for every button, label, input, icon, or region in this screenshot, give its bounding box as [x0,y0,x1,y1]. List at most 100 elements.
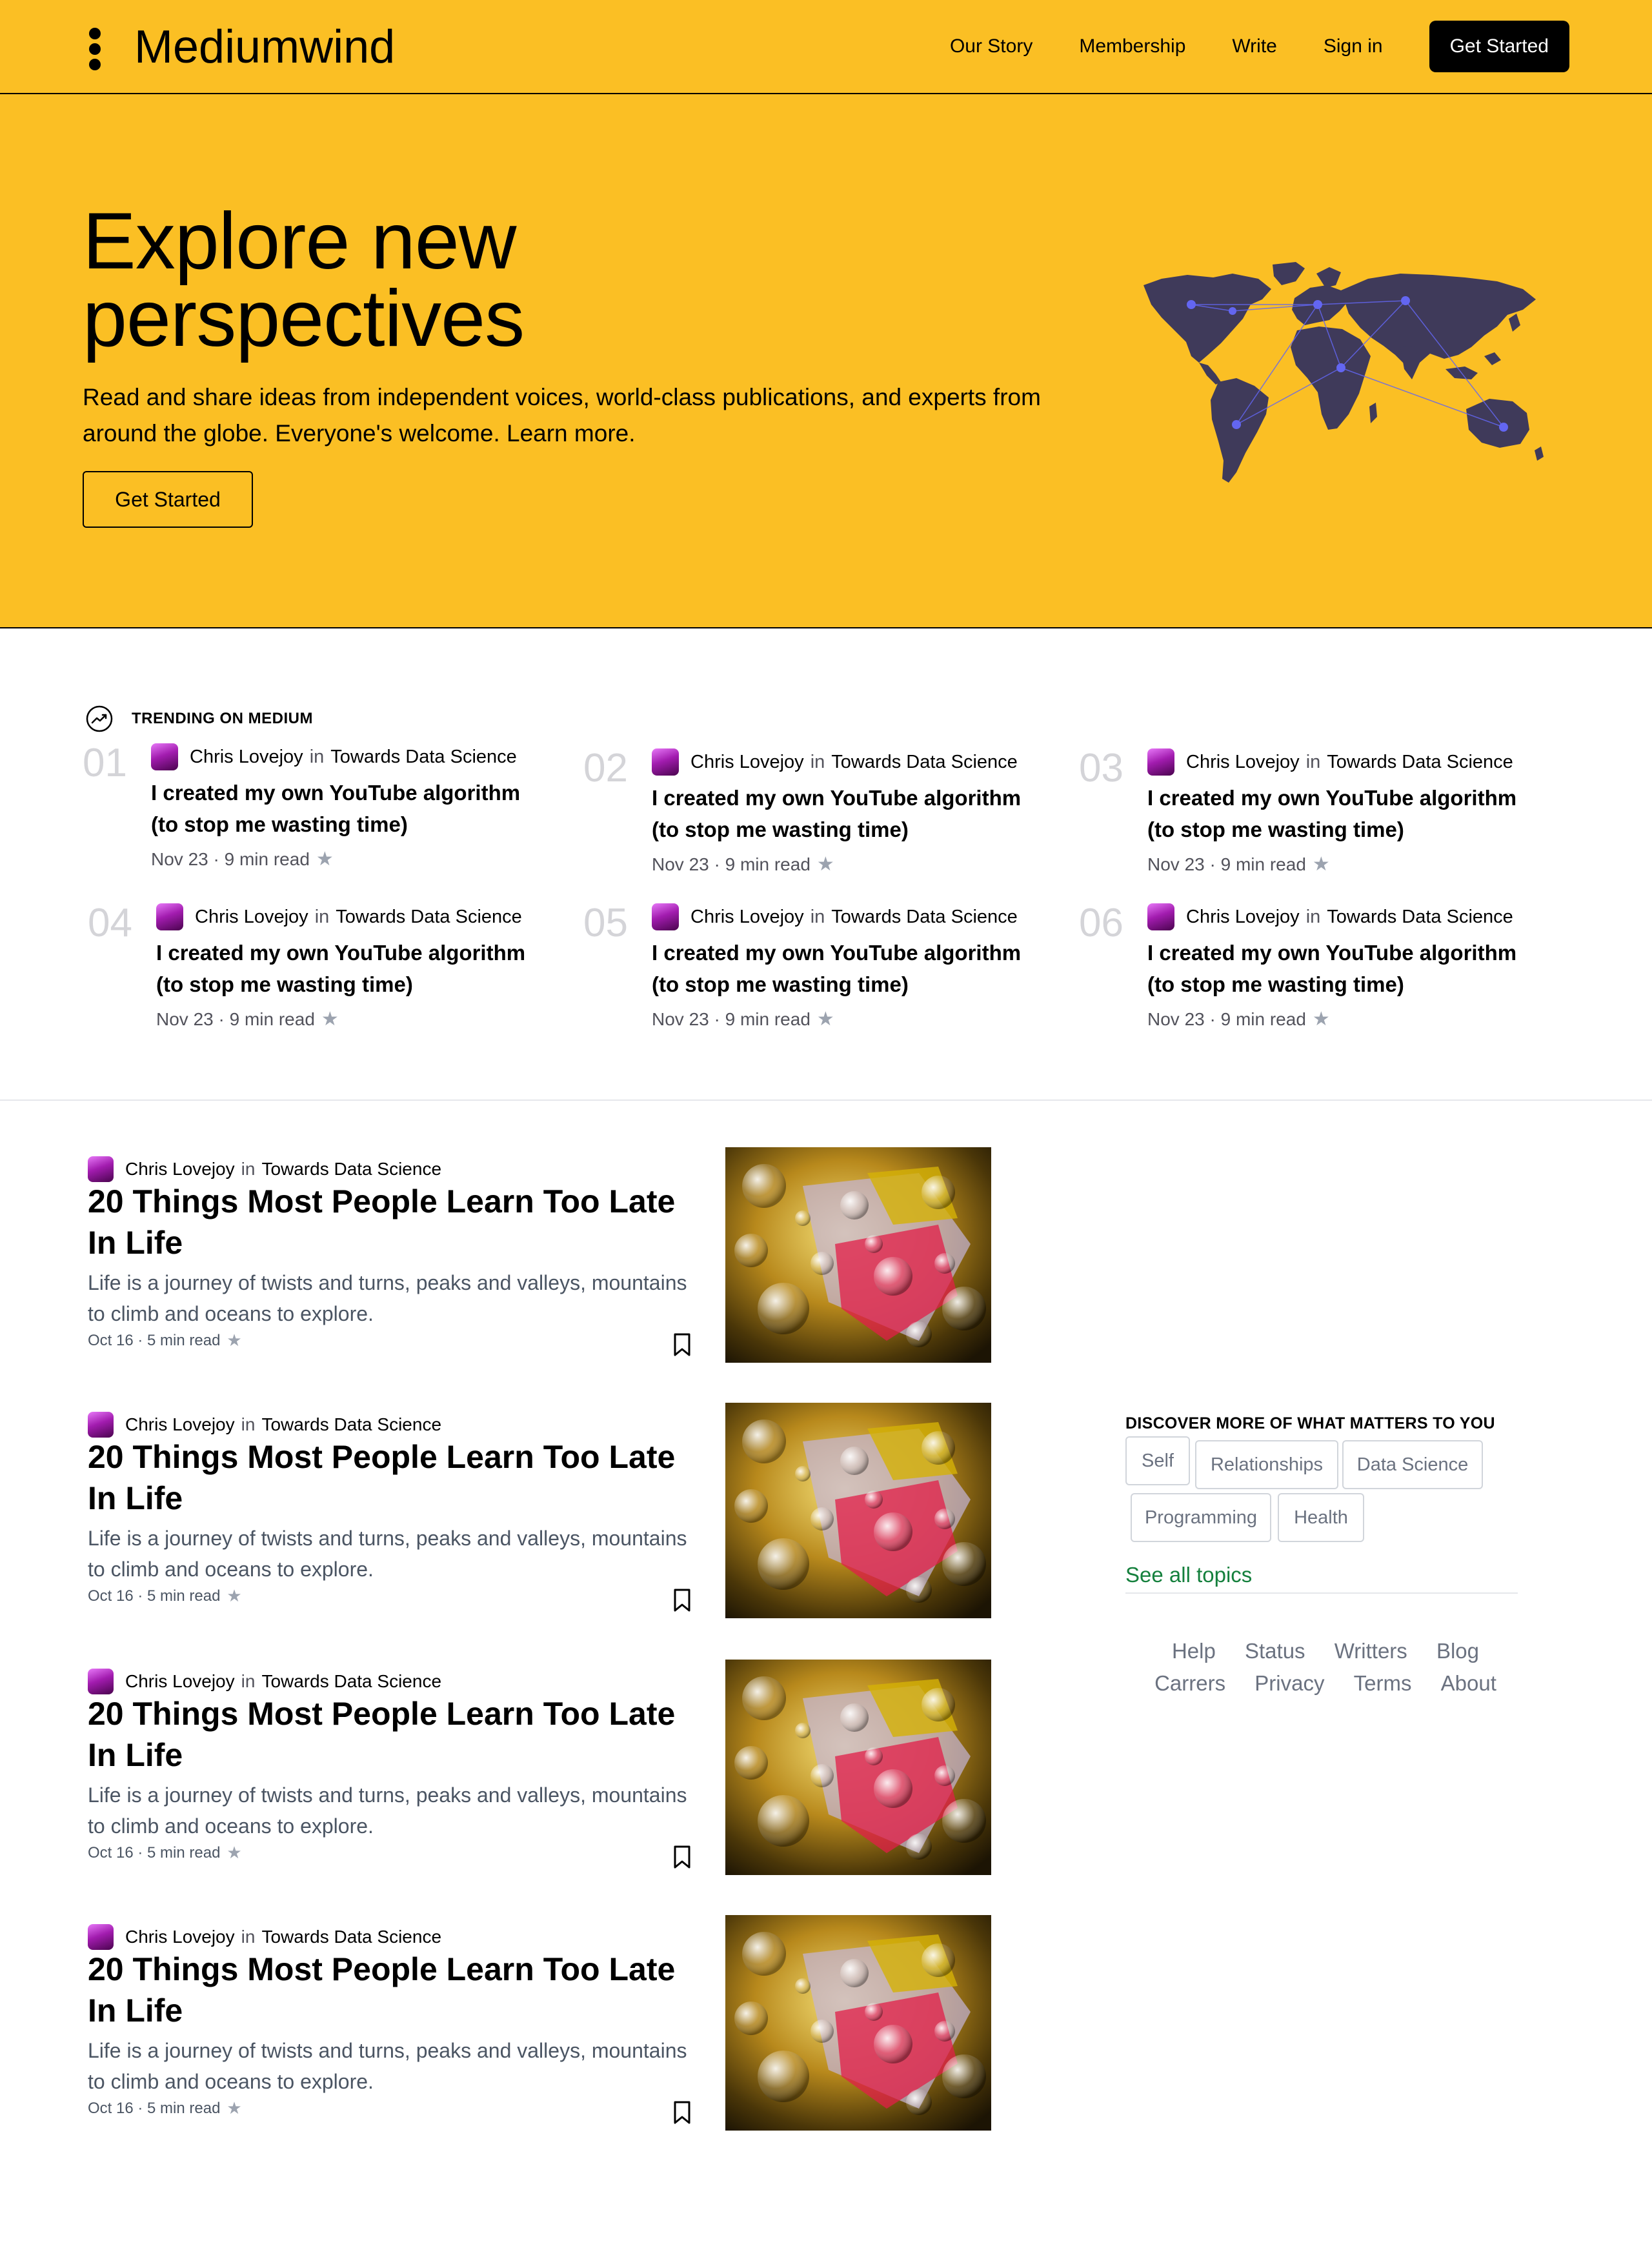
avatar[interactable] [88,1412,114,1438]
article-card[interactable]: Chris Lovejoy in Towards Data Science 20… [88,1915,991,2143]
trending-title[interactable]: I created my own YouTube algorithm (to s… [652,937,1039,1000]
publication-name[interactable]: Towards Data Science [261,1156,441,1182]
trending-meta: Nov 23 · 9 min read ★ [151,848,334,870]
nav-membership-link[interactable]: Membership [1079,35,1185,57]
footer-privacy-link[interactable]: Privacy [1254,1671,1324,1695]
article-subtitle[interactable]: Life is a journey of twists and turns, p… [88,1523,701,1585]
trending-title[interactable]: I created my own YouTube algorithm (to s… [156,937,543,1000]
trending-title[interactable]: I created my own YouTube algorithm (to s… [1147,782,1535,845]
bookmark-icon[interactable] [671,2100,693,2125]
author-in-text: in [314,907,330,927]
trending-item[interactable]: 06 Chris Lovejoy in Towards Data Science… [1079,903,1531,1058]
post-date: Oct 16 [88,1331,134,1349]
post-date: Oct 16 [88,1587,134,1605]
brand-logo[interactable]: Mediumwind [83,15,395,79]
article-subtitle[interactable]: Life is a journey of twists and turns, p… [88,1780,701,1842]
trending-title[interactable]: I created my own YouTube algorithm (to s… [652,782,1039,845]
article-thumbnail[interactable] [725,1660,991,1875]
hero-get-started-button[interactable]: Get Started [83,471,253,528]
read-time: 5 min read [147,1843,221,1862]
publication-name[interactable]: Towards Data Science [261,1412,441,1438]
trending-item[interactable]: 04 Chris Lovejoy in Towards Data Science… [88,903,539,1058]
nav-sign-in-link[interactable]: Sign in [1324,35,1383,57]
footer-writers-link[interactable]: Writters [1335,1639,1407,1663]
footer-links: Help Status Writters Blog Carrers Privac… [1125,1635,1526,1700]
author-name[interactable]: Chris Lovejoy [125,1412,235,1438]
header-get-started-button[interactable]: Get Started [1429,21,1569,72]
article-subtitle[interactable]: Life is a journey of twists and turns, p… [88,1267,701,1329]
footer-about-link[interactable]: About [1441,1671,1496,1695]
topic-chip-programming[interactable]: Programming [1131,1493,1271,1542]
avatar[interactable] [88,1156,114,1182]
avatar[interactable] [1147,748,1174,776]
publication-name[interactable]: Towards Data Science [1327,904,1513,930]
publication-name[interactable]: Towards Data Science [1327,749,1513,775]
author-name[interactable]: Chris Lovejoy [125,1924,235,1950]
nav-our-story-link[interactable]: Our Story [950,35,1032,57]
avatar[interactable] [652,748,679,776]
avatar[interactable] [1147,903,1174,930]
trending-up-icon [86,705,113,732]
trending-item[interactable]: 01 Chris Lovejoy in Towards Data Science… [83,743,534,898]
article-card[interactable]: Chris Lovejoy in Towards Data Science 20… [88,1147,991,1376]
author-row: Chris Lovejoy in Towards Data Science [156,903,543,930]
article-card[interactable]: Chris Lovejoy in Towards Data Science 20… [88,1660,991,1888]
article-title[interactable]: 20 Things Most People Learn Too Late In … [88,1693,701,1776]
post-date: Nov 23 [151,848,208,869]
article-title[interactable]: 20 Things Most People Learn Too Late In … [88,1436,701,1519]
author-name[interactable]: Chris Lovejoy [125,1156,235,1182]
author-name[interactable]: Chris Lovejoy [690,749,804,775]
author-name[interactable]: Chris Lovejoy [195,904,308,930]
publication-name[interactable]: Towards Data Science [261,1924,441,1950]
publication-name[interactable]: Towards Data Science [831,749,1018,775]
trending-item[interactable]: 03 Chris Lovejoy in Towards Data Science… [1079,748,1531,903]
trending-title[interactable]: I created my own YouTube algorithm (to s… [151,777,538,840]
publication-name[interactable]: Towards Data Science [261,1669,441,1694]
topic-chip-health[interactable]: Health [1278,1493,1364,1542]
trending-item[interactable]: 05 Chris Lovejoy in Towards Data Science… [583,903,1035,1058]
author-name[interactable]: Chris Lovejoy [1186,749,1300,775]
topic-chip-relationships[interactable]: Relationships [1195,1440,1338,1489]
avatar[interactable] [88,1669,114,1694]
footer-terms-link[interactable]: Terms [1354,1671,1412,1695]
footer-status-link[interactable]: Status [1245,1639,1305,1663]
footer-blog-link[interactable]: Blog [1436,1639,1479,1663]
star-icon: ★ [227,2098,242,2118]
hero-section: Explore new perspectives Read and share … [0,94,1652,628]
article-card[interactable]: Chris Lovejoy in Towards Data Science 20… [88,1403,991,1631]
avatar[interactable] [156,903,183,930]
article-title[interactable]: 20 Things Most People Learn Too Late In … [88,1181,701,1263]
avatar[interactable] [652,903,679,930]
topic-chip-self[interactable]: Self [1125,1436,1190,1485]
bookmark-icon[interactable] [671,1587,693,1613]
author-name[interactable]: Chris Lovejoy [125,1669,235,1694]
article-subtitle[interactable]: Life is a journey of twists and turns, p… [88,2035,701,2097]
article-thumbnail[interactable] [725,1915,991,2131]
footer-help-link[interactable]: Help [1172,1639,1216,1663]
publication-name[interactable]: Towards Data Science [336,904,522,930]
footer-careers-link[interactable]: Carrers [1154,1671,1225,1695]
post-date: Nov 23 [652,854,709,874]
hero-title: Explore new perspectives [83,201,986,363]
bookmark-icon[interactable] [671,1332,693,1358]
trending-item[interactable]: 02 Chris Lovejoy in Towards Data Science… [583,748,1035,903]
article-title[interactable]: 20 Things Most People Learn Too Late In … [88,1949,701,2031]
nav-write-link[interactable]: Write [1232,35,1276,57]
author-name[interactable]: Chris Lovejoy [690,904,804,930]
trending-meta: Nov 23 · 9 min read ★ [156,1009,339,1030]
avatar[interactable] [88,1924,114,1950]
author-name[interactable]: Chris Lovejoy [1186,904,1300,930]
publication-name[interactable]: Towards Data Science [330,744,517,770]
publication-name[interactable]: Towards Data Science [831,904,1018,930]
avatar[interactable] [151,743,178,770]
see-all-topics-link[interactable]: See all topics [1125,1563,1252,1587]
hero-title-line-2: perspectives [83,274,525,363]
trending-meta: Nov 23 · 9 min read ★ [652,1009,834,1030]
topic-chip-data-science[interactable]: Data Science [1342,1440,1483,1489]
author-name[interactable]: Chris Lovejoy [190,744,303,770]
trending-header: TRENDING ON MEDIUM [85,705,313,733]
trending-title[interactable]: I created my own YouTube algorithm (to s… [1147,937,1535,1000]
article-thumbnail[interactable] [725,1403,991,1618]
bookmark-icon[interactable] [671,1844,693,1870]
article-thumbnail[interactable] [725,1147,991,1363]
